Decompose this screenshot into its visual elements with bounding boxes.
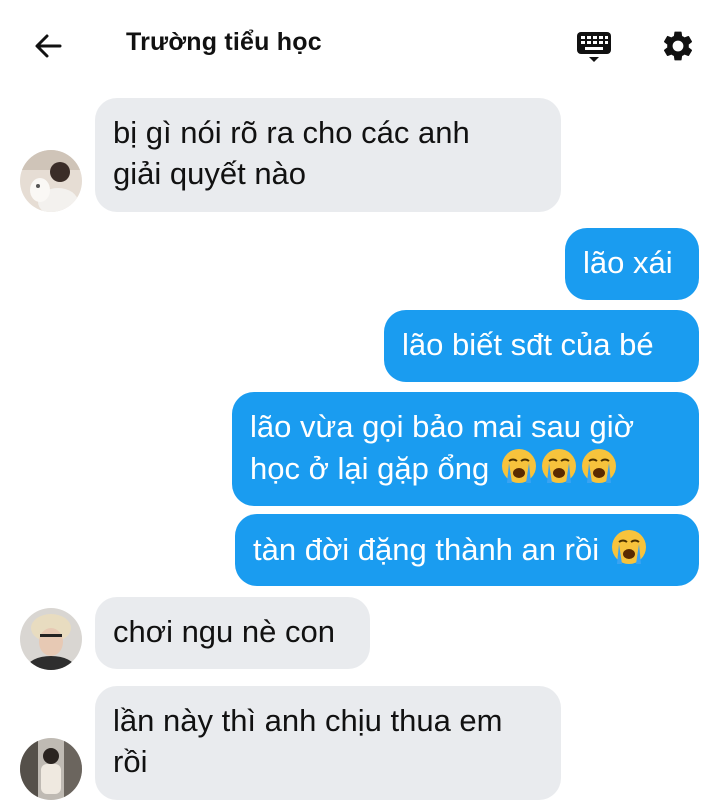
message-text: lần này thì anh chịu thua em xyxy=(113,703,503,738)
message-text: bị gì nói rõ ra cho các anh xyxy=(113,115,470,150)
message-bubble-incoming[interactable]: chơi ngu nè con xyxy=(95,597,370,669)
message-bubble-incoming[interactable]: lần này thì anh chịu thua em rồi xyxy=(95,686,561,800)
crying-face-icon xyxy=(500,447,618,495)
message-bubble-outgoing[interactable]: lão biết sđt của bé xyxy=(384,310,699,382)
message-text: học ở lại gặp ổng xyxy=(250,451,490,486)
message-text: lão vừa gọi bảo mai sau giờ xyxy=(250,409,635,444)
gear-icon xyxy=(663,31,693,61)
message-bubble-outgoing[interactable]: lão vừa gọi bảo mai sau giờ học ở lại gặ… xyxy=(232,392,699,506)
message-text: rồi xyxy=(113,744,148,779)
keyboard-icon xyxy=(577,32,611,62)
message-text: giải quyết nào xyxy=(113,156,307,191)
arrow-left-icon xyxy=(35,34,62,58)
chat-title[interactable]: Trường tiểu học xyxy=(126,28,322,57)
message-text: lão xái xyxy=(583,245,673,280)
message-bubble-outgoing[interactable]: tàn đời đặng thành an rồi xyxy=(235,514,699,586)
avatar[interactable] xyxy=(20,608,82,670)
message-text: chơi ngu nè con xyxy=(113,614,335,649)
message-bubble-incoming[interactable]: bị gì nói rõ ra cho các anh giải quyết n… xyxy=(95,98,561,212)
avatar[interactable] xyxy=(20,738,82,800)
keyboard-button[interactable] xyxy=(570,22,618,70)
crying-face-icon xyxy=(610,528,648,576)
avatar[interactable] xyxy=(20,150,82,212)
chat-header: Trường tiểu học xyxy=(0,0,720,90)
message-text: lão biết sđt của bé xyxy=(402,327,654,362)
back-button[interactable] xyxy=(28,26,68,66)
message-bubble-outgoing[interactable]: lão xái xyxy=(565,228,699,300)
message-text: tàn đời đặng thành an rồi xyxy=(253,532,600,567)
settings-button[interactable] xyxy=(654,22,702,70)
